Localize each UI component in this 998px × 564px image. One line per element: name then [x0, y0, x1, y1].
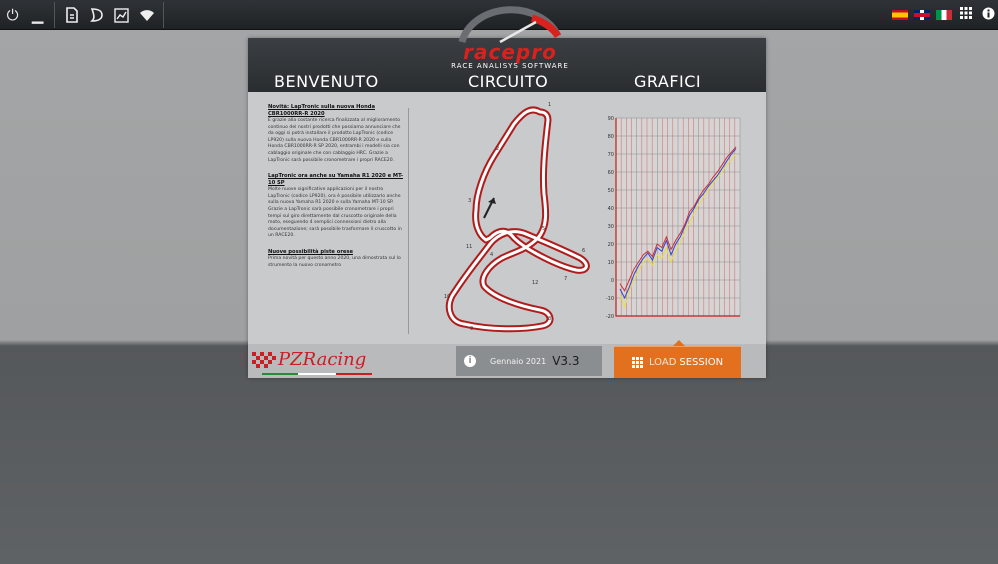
chart-y-tick-label: 10 [608, 260, 614, 266]
logo-subtitle: RACE ANALISYS SOFTWARE [451, 62, 569, 70]
toolbar-right [892, 0, 996, 30]
section-title-circuit: CIRCUITO [468, 72, 549, 91]
news-title[interactable]: Novità: LapTronic sulla nuova Honda CBR1… [268, 104, 406, 118]
corner-label: 5 [542, 226, 545, 232]
flag-it-icon[interactable] [936, 10, 952, 20]
corner-label: 3 [468, 198, 471, 204]
list-item[interactable]: Novità: LapTronic sulla nuova Honda CBR1… [268, 104, 406, 164]
grid-icon [631, 357, 643, 368]
news-title[interactable]: LapTronic ora anche su Yamaha R1 2020 e … [268, 173, 406, 187]
chart-y-tick-label: 0 [611, 278, 614, 284]
chart-y-tick-label: -20 [606, 314, 614, 320]
chart-icon[interactable] [109, 0, 134, 30]
version-date: Gennaio 2021 [490, 356, 547, 366]
open-icon[interactable] [59, 0, 84, 30]
chart-y-tick-label: 50 [608, 188, 614, 194]
news-scrollbar[interactable] [408, 108, 409, 334]
info-icon: i [464, 355, 476, 367]
corner-label: 1 [548, 102, 551, 108]
telemetry-chart[interactable]: 90 80 70 60 50 40 30 20 10 0 -10 -20 [598, 112, 744, 326]
corner-label: 6 [582, 248, 585, 254]
chart-y-axis: 90 80 70 60 50 40 30 20 10 0 -10 -20 [606, 116, 614, 320]
load-session-label: LOAD SESSION [648, 357, 724, 368]
flag-uk-icon[interactable] [914, 10, 930, 20]
news-body: Molte nuove significative applicazioni p… [268, 187, 402, 239]
circuit-track-outline [445, 106, 590, 333]
corner-label: 11 [466, 244, 472, 250]
circuit-map[interactable]: 123456789101112 [430, 98, 590, 338]
list-item[interactable]: LapTronic ora anche su Yamaha R1 2020 e … [268, 173, 406, 240]
chart-y-tick-label: 20 [608, 242, 614, 248]
chart-y-tick-label: 70 [608, 152, 614, 158]
corner-label: 8 [548, 316, 551, 322]
sponsor-logo[interactable]: PZRacing [252, 348, 384, 376]
power-icon[interactable]: ⏻ [0, 0, 25, 30]
toolbar-left: ⏻ ▁ [0, 0, 168, 30]
version-info: i Gennaio 2021 V3.3 [456, 346, 602, 376]
chart-y-tick-label: 80 [608, 134, 614, 140]
sponsor-name: PZRacing [278, 349, 367, 370]
italian-stripe [262, 373, 372, 375]
news-body: È grazie alla costante ricerca finalizza… [268, 118, 401, 163]
corner-label: 2 [496, 146, 499, 152]
toolbar-divider [163, 2, 164, 28]
wifi-icon[interactable] [134, 0, 159, 30]
corner-label: 9 [470, 326, 473, 332]
chart-y-tick-label: -10 [606, 296, 614, 302]
app-logo: racepro RACE ANALISYS SOFTWARE [440, 6, 580, 72]
info-icon[interactable] [980, 7, 996, 24]
corner-label: 7 [564, 276, 567, 282]
news-body: Prima novità per questo anno 2020, una d… [268, 255, 401, 268]
corner-label: 4 [490, 252, 493, 258]
chart-y-tick-label: 40 [608, 206, 614, 212]
section-title-welcome: BENVENUTO [274, 72, 379, 91]
tracks-icon[interactable] [84, 0, 109, 30]
chart-y-tick-label: 60 [608, 170, 614, 176]
news-list: Novità: LapTronic sulla nuova Honda CBR1… [268, 104, 406, 336]
list-item[interactable]: Nuove possibilità piste orese Prima novi… [268, 249, 406, 269]
chart-y-tick-label: 30 [608, 224, 614, 230]
chart-grid [615, 117, 741, 317]
chart-y-tick-label: 90 [608, 116, 614, 122]
minimize-icon[interactable]: ▁ [25, 0, 50, 30]
corner-label: 12 [532, 280, 538, 286]
toolbar-divider [54, 2, 55, 28]
checkered-flag-icon [252, 352, 276, 368]
circuit-track-center [447, 108, 588, 331]
load-session-button[interactable]: LOAD SESSION [614, 346, 741, 378]
news-title[interactable]: Nuove possibilità piste orese [268, 249, 406, 256]
flag-es-icon[interactable] [892, 10, 908, 20]
logo-wordmark: racepro [463, 40, 557, 64]
corner-labels: 123456789101112 [444, 102, 585, 332]
corner-label: 10 [444, 294, 450, 300]
version-number: V3.3 [552, 354, 580, 368]
grid-icon[interactable] [958, 7, 974, 23]
section-title-charts: GRAFICI [634, 72, 702, 91]
